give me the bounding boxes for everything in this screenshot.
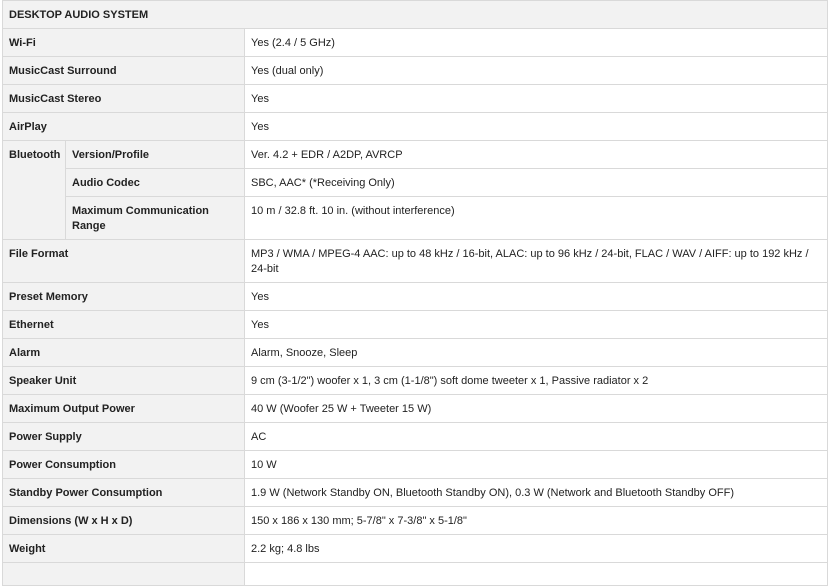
table-title: DESKTOP AUDIO SYSTEM [2,0,828,29]
row-value-weight: 2.2 kg; 4.8 lbs [244,534,828,563]
row-label-airplay: AirPlay [2,112,245,141]
row-label-wifi: Wi-Fi [2,28,245,57]
table-row: Power Supply AC [2,422,828,451]
table-row: AirPlay Yes [2,112,828,141]
table-row: MusicCast Stereo Yes [2,84,828,113]
row-label-power-consumption: Power Consumption [2,450,245,479]
row-value-power-consumption: 10 W [244,450,828,479]
row-label-musiccast-surround: MusicCast Surround [2,56,245,85]
table-row: Maximum Communication Range 10 m / 32.8 … [3,196,828,240]
table-row: MusicCast Surround Yes (dual only) [2,56,828,85]
table-row: Bluetooth Version/Profile Ver. 4.2 + EDR… [2,140,828,240]
row-value-file-format: MP3 / WMA / MPEG-4 AAC: up to 48 kHz / 1… [244,239,828,283]
table-row: Wi-Fi Yes (2.4 / 5 GHz) [2,28,828,57]
row-label-preset-memory: Preset Memory [2,282,245,311]
table-row: File Format MP3 / WMA / MPEG-4 AAC: up t… [2,239,828,283]
table-row: Standby Power Consumption 1.9 W (Network… [2,478,828,507]
row-label-max-output-power: Maximum Output Power [2,394,245,423]
sublabel-audio-codec: Audio Codec [65,168,245,197]
row-value-ethernet: Yes [244,310,828,339]
row-label-power-supply: Power Supply [2,422,245,451]
table-row: Weight 2.2 kg; 4.8 lbs [2,534,828,563]
row-value-partial [244,562,828,586]
table-row: Ethernet Yes [2,310,828,339]
row-value-wifi: Yes (2.4 / 5 GHz) [244,28,828,57]
row-value-preset-memory: Yes [244,282,828,311]
row-label-dimensions: Dimensions (W x H x D) [2,506,245,535]
row-value-standby-power: 1.9 W (Network Standby ON, Bluetooth Sta… [244,478,828,507]
row-label-speaker-unit: Speaker Unit [2,366,245,395]
row-value-max-range: 10 m / 32.8 ft. 10 in. (without interfer… [244,196,828,240]
row-label-partial [2,562,245,586]
sublabel-max-range: Maximum Communication Range [65,196,245,240]
row-value-max-output-power: 40 W (Woofer 25 W + Tweeter 15 W) [244,394,828,423]
row-label-bluetooth: Bluetooth [2,140,66,240]
spec-table: DESKTOP AUDIO SYSTEM Wi-Fi Yes (2.4 / 5 … [2,0,828,586]
row-value-power-supply: AC [244,422,828,451]
row-value-airplay: Yes [244,112,828,141]
table-row: Power Consumption 10 W [2,450,828,479]
table-header-row: DESKTOP AUDIO SYSTEM [2,0,828,29]
table-row: Dimensions (W x H x D) 150 x 186 x 130 m… [2,506,828,535]
row-value-dimensions: 150 x 186 x 130 mm; 5-7/8" x 7-3/8" x 5-… [244,506,828,535]
row-value-musiccast-surround: Yes (dual only) [244,56,828,85]
row-value-version-profile: Ver. 4.2 + EDR / A2DP, AVRCP [244,140,828,169]
row-label-standby-power: Standby Power Consumption [2,478,245,507]
table-row: Speaker Unit 9 cm (3-1/2") woofer x 1, 3… [2,366,828,395]
table-row: Maximum Output Power 40 W (Woofer 25 W +… [2,394,828,423]
sublabel-version-profile: Version/Profile [65,140,245,169]
table-row: Audio Codec SBC, AAC* (*Receiving Only) [3,168,828,197]
table-row: Alarm Alarm, Snooze, Sleep [2,338,828,367]
row-label-alarm: Alarm [2,338,245,367]
row-label-file-format: File Format [2,239,245,283]
row-value-audio-codec: SBC, AAC* (*Receiving Only) [244,168,828,197]
row-label-musiccast-stereo: MusicCast Stereo [2,84,245,113]
row-value-speaker-unit: 9 cm (3-1/2") woofer x 1, 3 cm (1-1/8") … [244,366,828,395]
table-row-partial [2,562,828,586]
row-label-ethernet: Ethernet [2,310,245,339]
row-value-musiccast-stereo: Yes [244,84,828,113]
table-row: Preset Memory Yes [2,282,828,311]
row-value-alarm: Alarm, Snooze, Sleep [244,338,828,367]
row-label-weight: Weight [2,534,245,563]
